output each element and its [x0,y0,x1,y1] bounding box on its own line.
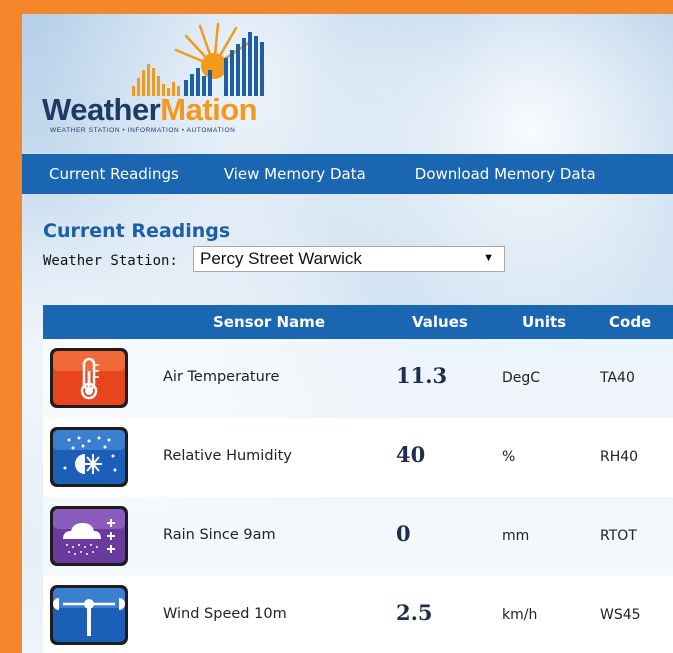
sensor-name: Rain Since 9am [163,527,276,543]
thermometer-icon [49,347,129,409]
table-row: Wind Speed 10m 2.5 km/h WS45 [43,576,673,653]
page-frame-top [0,0,673,14]
chevron-down-icon: ▼ [483,252,494,264]
sensor-name: Relative Humidity [163,448,292,464]
sensor-unit: % [502,449,516,465]
sensor-value: 11.3 [396,363,448,388]
sensor-value: 0 [396,521,411,546]
nav-item-current-readings[interactable]: Current Readings [22,165,197,183]
sensor-unit: DegC [502,370,541,386]
humidity-icon [49,426,129,488]
main-nav: Current Readings View Memory Data Downlo… [22,154,673,194]
table-row: Rain Since 9am 0 mm RTOT [43,497,673,576]
wind-speed-icon [49,584,129,646]
logo-sunburst-icon [132,22,264,96]
sensor-value: 40 [396,442,426,467]
logo-word-weather: Weather [42,92,161,127]
sensor-value: 2.5 [396,600,433,625]
sensor-code: WS45 [600,607,641,623]
sensor-code: RH40 [600,449,639,465]
logo-wordmark: WeatherMation [42,92,258,128]
page-title: Current Readings [43,220,231,242]
sensor-unit: km/h [502,607,538,623]
column-header-code: Code [609,313,652,331]
sensor-name: Air Temperature [163,369,280,385]
table-row: Relative Humidity 40 % RH40 [43,418,673,497]
logo-word-mation: Mation [160,92,258,127]
column-header-values: Values [412,313,468,331]
page: WeatherMation WEATHER STATION • INFORMAT… [22,14,673,653]
page-frame-left [0,0,22,653]
logo[interactable]: WeatherMation WEATHER STATION • INFORMAT… [42,20,302,140]
logo-tagline: WEATHER STATION • INFORMATION • AUTOMATI… [50,127,236,134]
station-select-value: Percy Street Warwick [200,249,362,268]
sensor-code: RTOT [600,528,637,544]
station-label: Weather Station: [43,253,178,269]
sensor-table: Sensor Name Values Units Code Air Temper… [43,305,673,653]
column-header-units: Units [522,313,567,331]
rain-icon [49,505,129,567]
sensor-unit: mm [502,528,530,544]
nav-item-view-memory-data[interactable]: View Memory Data [197,165,388,183]
nav-item-download-memory-data[interactable]: Download Memory Data [388,165,618,183]
station-select[interactable]: Percy Street Warwick ▼ [193,246,505,272]
sensor-code: TA40 [600,370,635,386]
sensor-name: Wind Speed 10m [163,606,287,622]
column-header-sensor-name: Sensor Name [213,313,325,331]
table-header: Sensor Name Values Units Code [43,305,673,339]
table-row: Air Temperature 11.3 DegC TA40 [43,339,673,418]
